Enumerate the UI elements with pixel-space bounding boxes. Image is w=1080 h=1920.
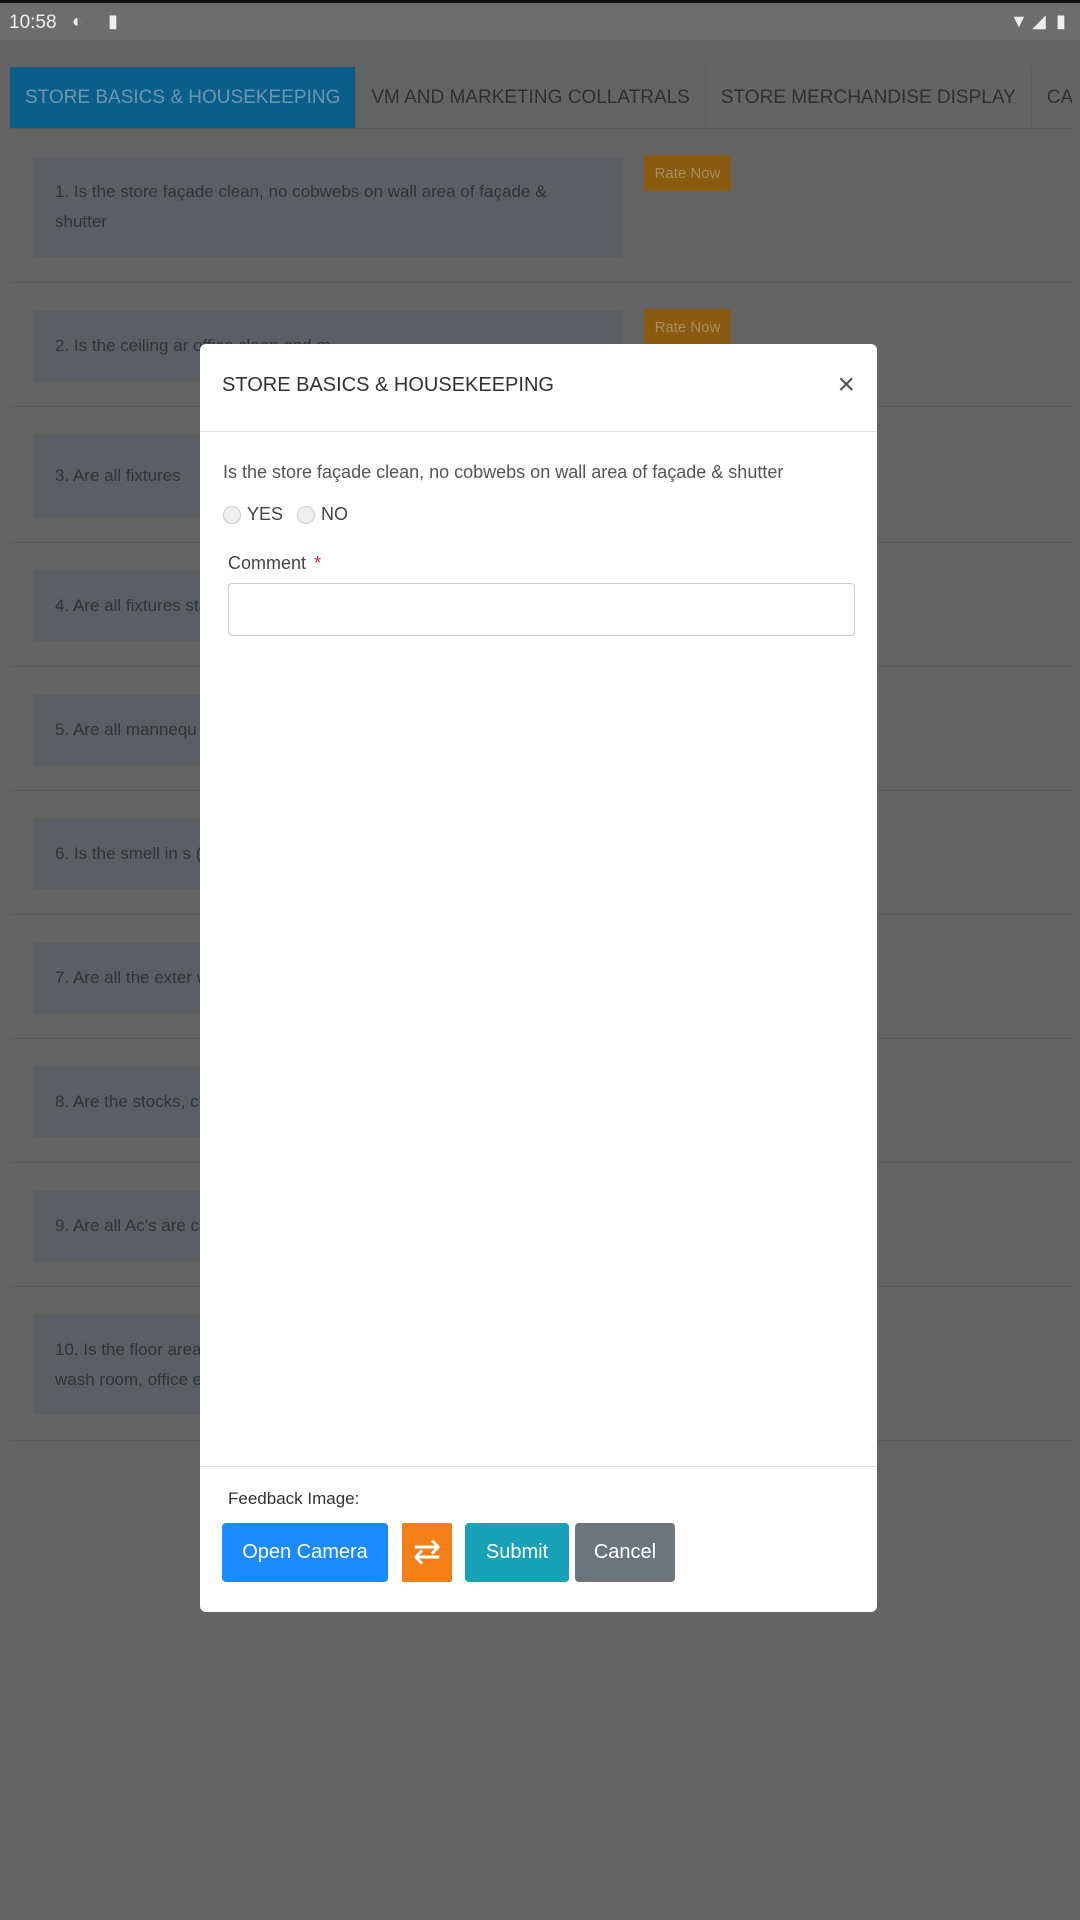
battery-icon: ▮ [1056,11,1066,31]
tab-cash[interactable]: CASH C [1032,67,1072,128]
comment-label: Comment [228,553,307,573]
no-label: NO [321,504,349,524]
yes-label: YES [247,504,284,524]
rate-now-button[interactable]: Rate Now [644,155,731,191]
no-radio[interactable] [297,505,316,524]
rate-now-button[interactable]: Rate Now [644,309,731,345]
open-camera-button[interactable]: Open Camera [222,1523,388,1582]
clock: 10:58 [9,12,57,33]
tab-vm-marketing[interactable]: VM AND MARKETING COLLATRALS [356,67,706,128]
sd-card-icon: ▮ [108,11,118,31]
modal-header: STORE BASICS & HOUSEKEEPING × [200,344,877,432]
signal-icon: ◢ [1032,11,1046,31]
close-icon[interactable]: × [837,368,855,402]
comment-input[interactable] [228,583,855,636]
rating-modal: STORE BASICS & HOUSEKEEPING × Is the sto… [200,344,877,1612]
category-tabs: STORE BASICS & HOUSEKEEPING VM AND MARKE… [10,67,1072,129]
cancel-button[interactable]: Cancel [575,1523,675,1582]
status-bar: 10:58 ◐ ▮ ▼ ◢ ▮ [0,0,1080,40]
submit-button[interactable]: Submit [465,1523,569,1582]
required-marker: * [314,553,322,573]
notification-icon: ◐ [72,11,83,31]
wifi-icon: ▼ [1010,11,1028,31]
modal-question: Is the store façade clean, no cobwebs on… [223,462,784,482]
swap-camera-icon[interactable]: ⇄ [402,1523,452,1582]
yes-radio[interactable] [223,505,241,524]
modal-footer: Feedback Image: Open Camera ⇄ Submit Can… [200,1466,877,1612]
feedback-image-label: Feedback Image: [228,1489,360,1508]
question-text: 1. Is the store façade clean, no cobwebs… [33,157,623,257]
question-row: 1. Is the store façade clean, no cobwebs… [10,129,1072,283]
tab-merchandise-display[interactable]: STORE MERCHANDISE DISPLAY [706,67,1032,128]
tab-store-basics[interactable]: STORE BASICS & HOUSEKEEPING [10,67,357,128]
modal-title: STORE BASICS & HOUSEKEEPING [222,374,554,396]
